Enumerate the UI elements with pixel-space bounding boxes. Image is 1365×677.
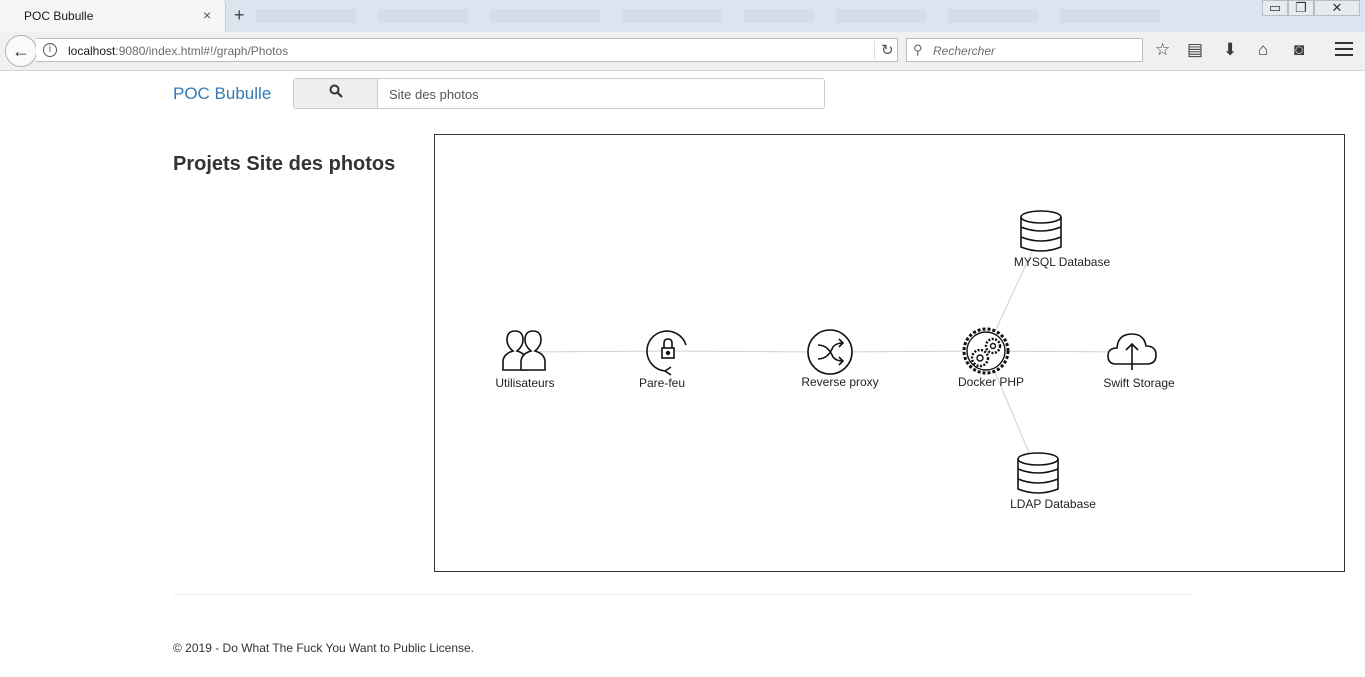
background-tab[interactable] <box>836 9 926 23</box>
shuffle-proxy-icon[interactable] <box>807 329 853 375</box>
node-label-ldap[interactable]: LDAP Database <box>1010 497 1096 511</box>
pocket-icon[interactable]: ◙ <box>1294 40 1304 60</box>
page-title: Projets Site des photos <box>173 153 396 175</box>
arrow-left-icon: ← <box>12 41 30 61</box>
footer-divider <box>173 594 1192 595</box>
node-label-proxy[interactable]: Reverse proxy <box>801 375 878 389</box>
page-content: POC Bubulle Site des photos Projets Site… <box>0 71 1365 677</box>
footer-text: © 2019 - Do What The Fuck You Want to Pu… <box>173 641 475 655</box>
search-icon: ⚲ <box>913 42 923 57</box>
graph-svg <box>502 210 1157 494</box>
background-tab[interactable] <box>490 9 600 23</box>
background-tab[interactable] <box>948 9 1038 23</box>
back-button[interactable]: ← <box>5 35 37 67</box>
info-icon[interactable]: i <box>43 43 57 57</box>
brand-link[interactable]: POC Bubulle <box>173 84 271 104</box>
minimize-button[interactable]: ▭ <box>1262 0 1288 16</box>
background-tab[interactable] <box>1060 9 1160 23</box>
browser-tab-active[interactable]: POC Bubulle × <box>0 0 226 32</box>
database-icon[interactable] <box>1017 452 1059 494</box>
database-icon[interactable] <box>1020 210 1062 252</box>
background-tabs <box>256 9 1216 23</box>
close-window-button[interactable]: ✕ <box>1314 0 1360 16</box>
project-search: Site des photos <box>293 78 825 109</box>
url-path: :9080/index.html#!/graph/Photos <box>115 44 289 58</box>
background-tab[interactable] <box>744 9 814 23</box>
url-text: localhost:9080/index.html#!/graph/Photos <box>68 44 288 58</box>
background-tab[interactable] <box>256 9 356 23</box>
node-label-users[interactable]: Utilisateurs <box>495 376 554 390</box>
url-bar[interactable]: i localhost:9080/index.html#!/graph/Phot… <box>36 38 898 62</box>
tab-close-icon[interactable]: × <box>203 7 211 23</box>
background-tab[interactable] <box>378 9 468 23</box>
node-label-swift[interactable]: Swift Storage <box>1103 376 1174 390</box>
search-icon <box>329 84 343 98</box>
search-placeholder: Rechercher <box>933 44 996 58</box>
tab-strip: POC Bubulle × + ▭ ❐ ✕ <box>0 0 1365 32</box>
graph-canvas[interactable]: Utilisateurs Pare-feu Reverse proxy Dock… <box>434 134 1345 572</box>
cloud-upload-icon[interactable] <box>1107 333 1157 370</box>
download-icon[interactable]: ⬇ <box>1223 40 1237 60</box>
search-input[interactable]: Site des photos <box>389 87 479 102</box>
firewall-lock-icon[interactable] <box>646 330 687 376</box>
node-label-firewall[interactable]: Pare-feu <box>639 376 685 390</box>
background-tab[interactable] <box>622 9 722 23</box>
restore-button[interactable]: ❐ <box>1288 0 1314 16</box>
reload-icon[interactable]: ↻ <box>874 41 894 59</box>
url-host: localhost <box>68 44 116 58</box>
search-button[interactable] <box>294 79 378 108</box>
graph-edge-firewall-proxy <box>667 350 831 353</box>
gears-icon[interactable] <box>962 327 1010 375</box>
browser-chrome: POC Bubulle × + ▭ ❐ ✕ ← i localhost:9080… <box>0 0 1365 71</box>
tab-title: POC Bubulle <box>24 9 94 23</box>
node-label-docker[interactable]: Docker PHP <box>958 375 1024 389</box>
reading-list-icon[interactable]: ▤ <box>1187 40 1203 60</box>
home-icon[interactable]: ⌂ <box>1258 40 1268 60</box>
node-label-mysql[interactable]: MYSQL Database <box>1014 255 1110 269</box>
users-icon[interactable] <box>502 330 546 371</box>
bookmark-star-icon[interactable]: ☆ <box>1155 40 1170 60</box>
nav-bar: ← i localhost:9080/index.html#!/graph/Ph… <box>0 32 1365 70</box>
menu-icon[interactable] <box>1335 42 1353 56</box>
browser-search-input[interactable]: ⚲ Rechercher <box>906 38 1143 62</box>
new-tab-button[interactable]: + <box>234 5 245 26</box>
